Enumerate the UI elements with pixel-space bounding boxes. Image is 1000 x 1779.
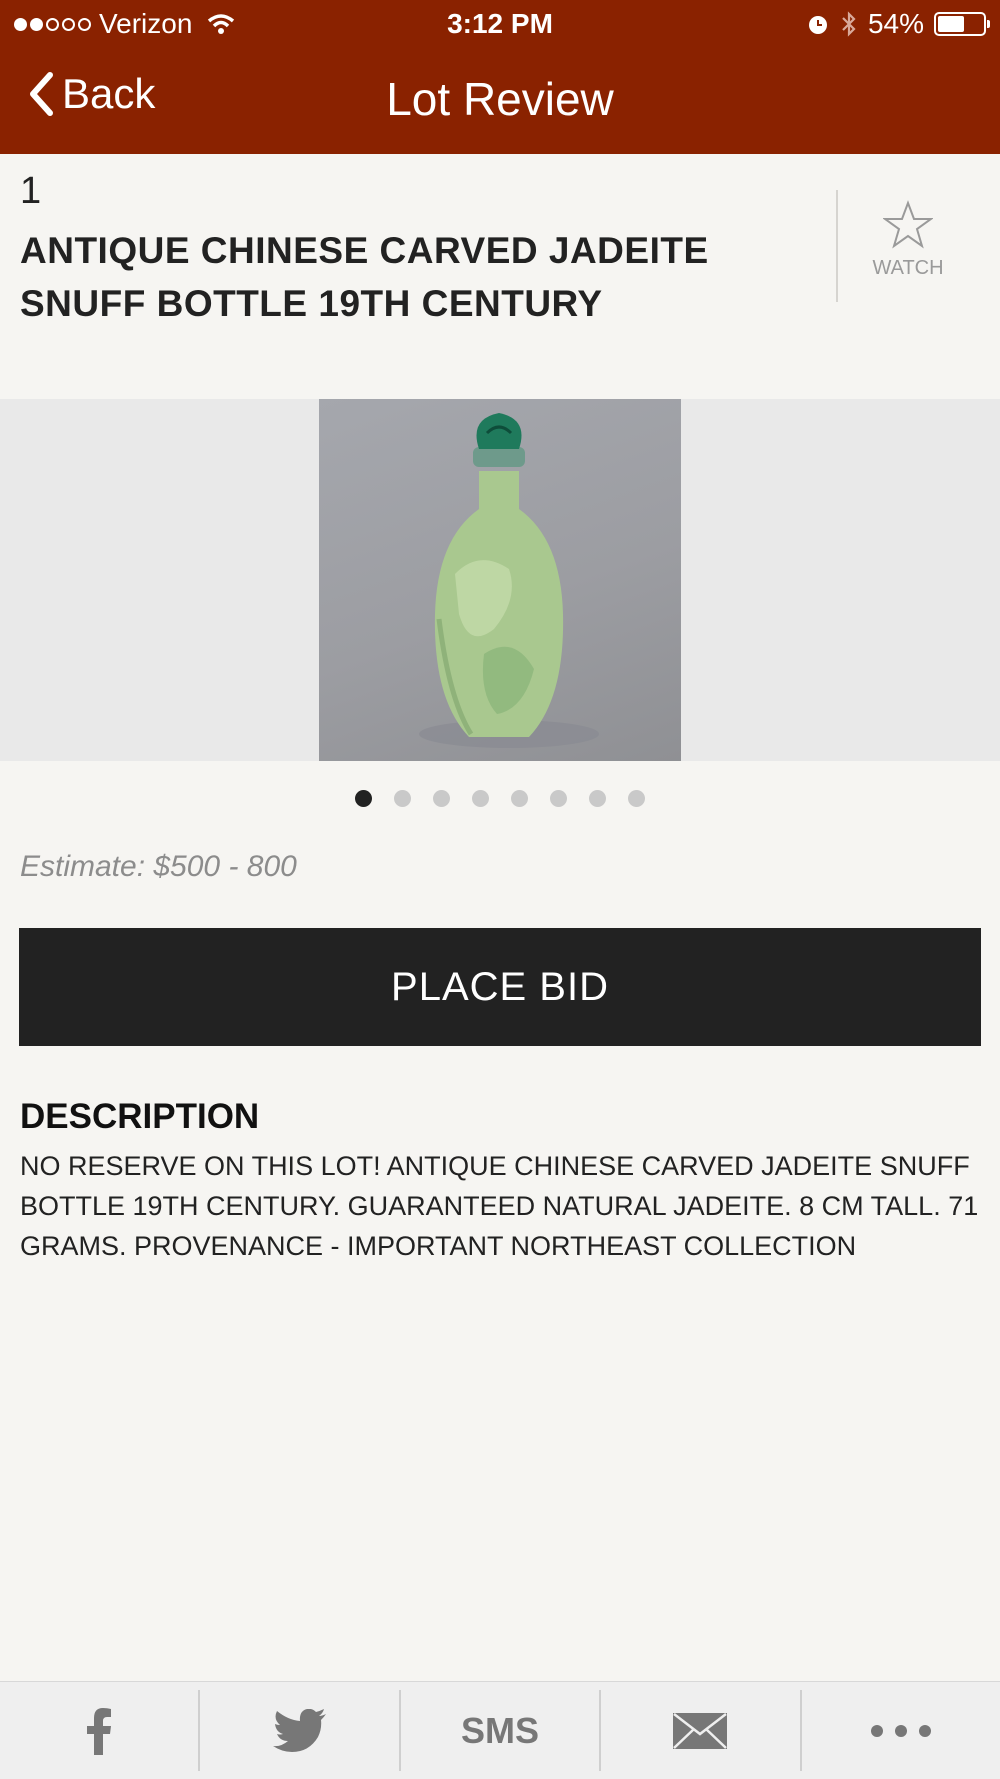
share-email-button[interactable]: [601, 1690, 802, 1771]
snuff-bottle-image: [419, 413, 599, 748]
alarm-icon: [808, 16, 827, 34]
share-twitter-button[interactable]: [200, 1690, 401, 1771]
bluetooth-icon: [842, 11, 856, 37]
watch-label: WATCH: [872, 257, 944, 279]
pager-dot[interactable]: [472, 790, 489, 807]
estimate-text: Estimate: $500 - 800: [20, 850, 297, 883]
share-facebook-button[interactable]: [0, 1690, 201, 1771]
lot-title: ANTIQUE CHINESE CARVED JADEITE SNUFF BOT…: [20, 230, 709, 324]
chevron-left-icon: [30, 72, 53, 116]
pager-dot[interactable]: [355, 790, 372, 807]
pager-dot[interactable]: [628, 790, 645, 807]
gallery-pager[interactable]: [0, 790, 1000, 807]
status-right-group: 54%: [806, 8, 990, 40]
navigation-bar: Back Lot Review: [0, 60, 1000, 140]
pager-dot[interactable]: [433, 790, 450, 807]
description-heading: DESCRIPTION: [20, 1097, 260, 1136]
status-bar: Verizon 3:12 PM 54%: [0, 0, 1000, 50]
share-bar: SMS: [0, 1681, 1000, 1779]
battery-icon: [934, 12, 990, 36]
pager-dot[interactable]: [589, 790, 606, 807]
divider: [836, 190, 838, 302]
sms-icon: SMS: [461, 1709, 540, 1751]
back-button[interactable]: Back: [28, 70, 155, 118]
image-gallery[interactable]: [0, 399, 1000, 761]
share-sms-button[interactable]: SMS: [401, 1690, 602, 1771]
pager-dot[interactable]: [394, 790, 411, 807]
lot-photo[interactable]: [319, 399, 681, 761]
more-icon: [870, 1724, 931, 1737]
pager-dot[interactable]: [550, 790, 567, 807]
twitter-icon: [272, 1708, 326, 1752]
share-more-button[interactable]: [802, 1690, 1000, 1771]
place-bid-button[interactable]: PLACE BID: [19, 928, 981, 1046]
pager-dot[interactable]: [511, 790, 528, 807]
back-label: Back: [62, 70, 156, 117]
battery-percent: 54%: [867, 8, 924, 39]
star-icon: [881, 200, 935, 249]
top-bar: Verizon 3:12 PM 54% Back Lot Review: [0, 0, 1000, 154]
lot-number: 1: [20, 170, 42, 212]
mail-icon: [673, 1712, 728, 1749]
description-text: NO RESERVE ON THIS LOT! ANTIQUE CHINESE …: [20, 1151, 979, 1261]
watch-button[interactable]: WATCH: [860, 200, 956, 280]
facebook-icon: [87, 1707, 112, 1755]
